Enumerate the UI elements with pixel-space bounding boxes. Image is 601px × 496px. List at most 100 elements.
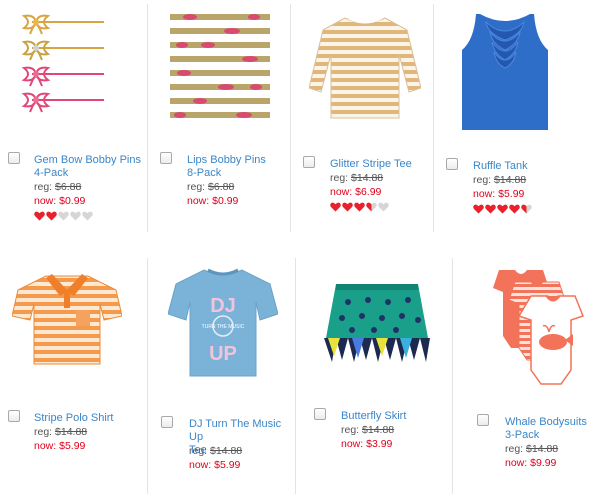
compare-checkbox[interactable]: [314, 408, 326, 420]
reg-price: $14.88: [210, 445, 243, 457]
heart-icon: [485, 204, 496, 214]
rating-hearts: [473, 204, 532, 214]
now-label: now:: [341, 438, 364, 450]
now-label: now:: [34, 440, 57, 452]
heart-icon: [497, 204, 508, 214]
compare-checkbox[interactable]: [446, 158, 458, 170]
now-price-row: now: $9.99: [505, 457, 556, 470]
product-card: Butterfly Skirt reg: $14.88 now: $3.99: [296, 258, 452, 496]
compare-checkbox[interactable]: [477, 414, 489, 426]
heart-icon: [330, 202, 341, 212]
now-price-row: now: $5.99: [189, 459, 240, 472]
reg-label: reg:: [34, 426, 53, 438]
now-price: $5.99: [59, 440, 86, 452]
heart-icon: [34, 211, 45, 221]
reg-price: $14.88: [494, 174, 527, 186]
product-card: Glitter Stripe Tee reg: $14.88 now: $6.9…: [291, 0, 433, 232]
now-price: $3.99: [366, 438, 393, 450]
now-price-row: now: $5.99: [34, 440, 85, 453]
rating-hearts: [34, 211, 93, 221]
heart-icon: [342, 202, 353, 212]
heart-icon: [473, 204, 484, 214]
reg-price-row: reg: $14.88: [189, 445, 242, 458]
reg-price: $14.88: [526, 443, 559, 455]
heart-icon: [366, 202, 377, 212]
reg-price-row: reg: $14.88: [473, 174, 526, 187]
tee-graphic-line2: UP: [209, 343, 237, 365]
product-card: Gem Bow Bobby Pins 4-Pack reg: $6.88 now…: [0, 0, 147, 232]
compare-checkbox[interactable]: [8, 410, 20, 422]
butterfly-skirt-image[interactable]: [322, 280, 432, 362]
lips-bobby-pins-image[interactable]: [170, 12, 270, 122]
reg-price: $14.88: [351, 172, 384, 184]
tee-graphic-badge: TURN THE MUSIC: [202, 324, 245, 330]
now-label: now:: [505, 457, 528, 469]
reg-price-row: reg: $14.88: [341, 424, 394, 437]
tee-graphic-line1: DJ: [210, 295, 236, 317]
product-name-link[interactable]: Ruffle Tank: [473, 160, 583, 173]
now-label: now:: [34, 195, 57, 207]
now-price: $0.99: [59, 195, 86, 207]
heart-icon: [46, 211, 57, 221]
whale-bodysuits-image[interactable]: [485, 266, 597, 394]
now-label: now:: [189, 459, 212, 471]
product-name-link[interactable]: Glitter Stripe Tee: [330, 158, 432, 171]
product-name-link[interactable]: Lips Bobby Pins 8-Pack: [187, 154, 287, 180]
product-card: Lips Bobby Pins 8-Pack reg: $6.88 now: $…: [148, 0, 290, 232]
now-price-row: now: $0.99: [34, 195, 85, 208]
compare-checkbox[interactable]: [303, 156, 315, 168]
product-card: Stripe Polo Shirt reg: $14.88 now: $5.99: [0, 258, 147, 496]
product-card: DJ TURN THE MUSIC UP DJ Turn The Music U…: [148, 258, 295, 496]
now-price-row: now: $6.99: [330, 186, 381, 199]
now-price: $9.99: [530, 457, 557, 469]
product-name-link[interactable]: Whale Bodysuits 3-Pack: [505, 416, 601, 442]
product-name-link[interactable]: Stripe Polo Shirt: [34, 412, 146, 425]
reg-label: reg:: [187, 181, 206, 193]
reg-price: $6.88: [55, 181, 82, 193]
reg-price: $14.88: [362, 424, 395, 436]
glitter-stripe-tee-image[interactable]: [309, 14, 421, 122]
now-price: $5.99: [498, 188, 525, 200]
now-price-row: now: $0.99: [187, 195, 238, 208]
reg-price-row: reg: $14.88: [330, 172, 383, 185]
now-label: now:: [473, 188, 496, 200]
reg-price: $14.88: [55, 426, 88, 438]
heart-icon: [378, 202, 389, 212]
reg-price-row: reg: $6.88: [34, 181, 81, 194]
heart-icon: [70, 211, 81, 221]
heart-icon: [509, 204, 520, 214]
reg-price: $6.88: [208, 181, 235, 193]
heart-icon: [58, 211, 69, 221]
reg-price-row: reg: $6.88: [187, 181, 234, 194]
now-price: $5.99: [214, 459, 241, 471]
reg-label: reg:: [189, 445, 208, 457]
heart-icon: [521, 204, 532, 214]
reg-label: reg:: [505, 443, 524, 455]
now-price-row: now: $3.99: [341, 438, 392, 451]
dj-tee-image[interactable]: DJ TURN THE MUSIC UP: [168, 266, 278, 378]
product-card: Ruffle Tank reg: $14.88 now: $5.99: [434, 0, 601, 232]
heart-icon: [354, 202, 365, 212]
now-price-row: now: $5.99: [473, 188, 524, 201]
reg-label: reg:: [473, 174, 492, 186]
compare-checkbox[interactable]: [161, 416, 173, 428]
product-name-link[interactable]: Butterfly Skirt: [341, 410, 449, 423]
now-label: now:: [330, 186, 353, 198]
now-price: $6.99: [355, 186, 382, 198]
compare-checkbox[interactable]: [160, 152, 172, 164]
now-price: $0.99: [212, 195, 239, 207]
gem-bow-bobby-pins-image[interactable]: [12, 10, 112, 120]
product-card: Whale Bodysuits 3-Pack reg: $14.88 now: …: [453, 258, 601, 496]
product-grid: Gem Bow Bobby Pins 4-Pack reg: $6.88 now…: [0, 0, 601, 496]
reg-label: reg:: [34, 181, 53, 193]
reg-price-row: reg: $14.88: [505, 443, 558, 456]
heart-icon: [82, 211, 93, 221]
rating-hearts: [330, 202, 389, 212]
product-name-link[interactable]: Gem Bow Bobby Pins 4-Pack: [34, 154, 146, 180]
reg-label: reg:: [330, 172, 349, 184]
now-label: now:: [187, 195, 210, 207]
ruffle-tank-image[interactable]: [462, 10, 548, 130]
stripe-polo-shirt-image[interactable]: [12, 270, 122, 366]
reg-price-row: reg: $14.88: [34, 426, 87, 439]
compare-checkbox[interactable]: [8, 152, 20, 164]
